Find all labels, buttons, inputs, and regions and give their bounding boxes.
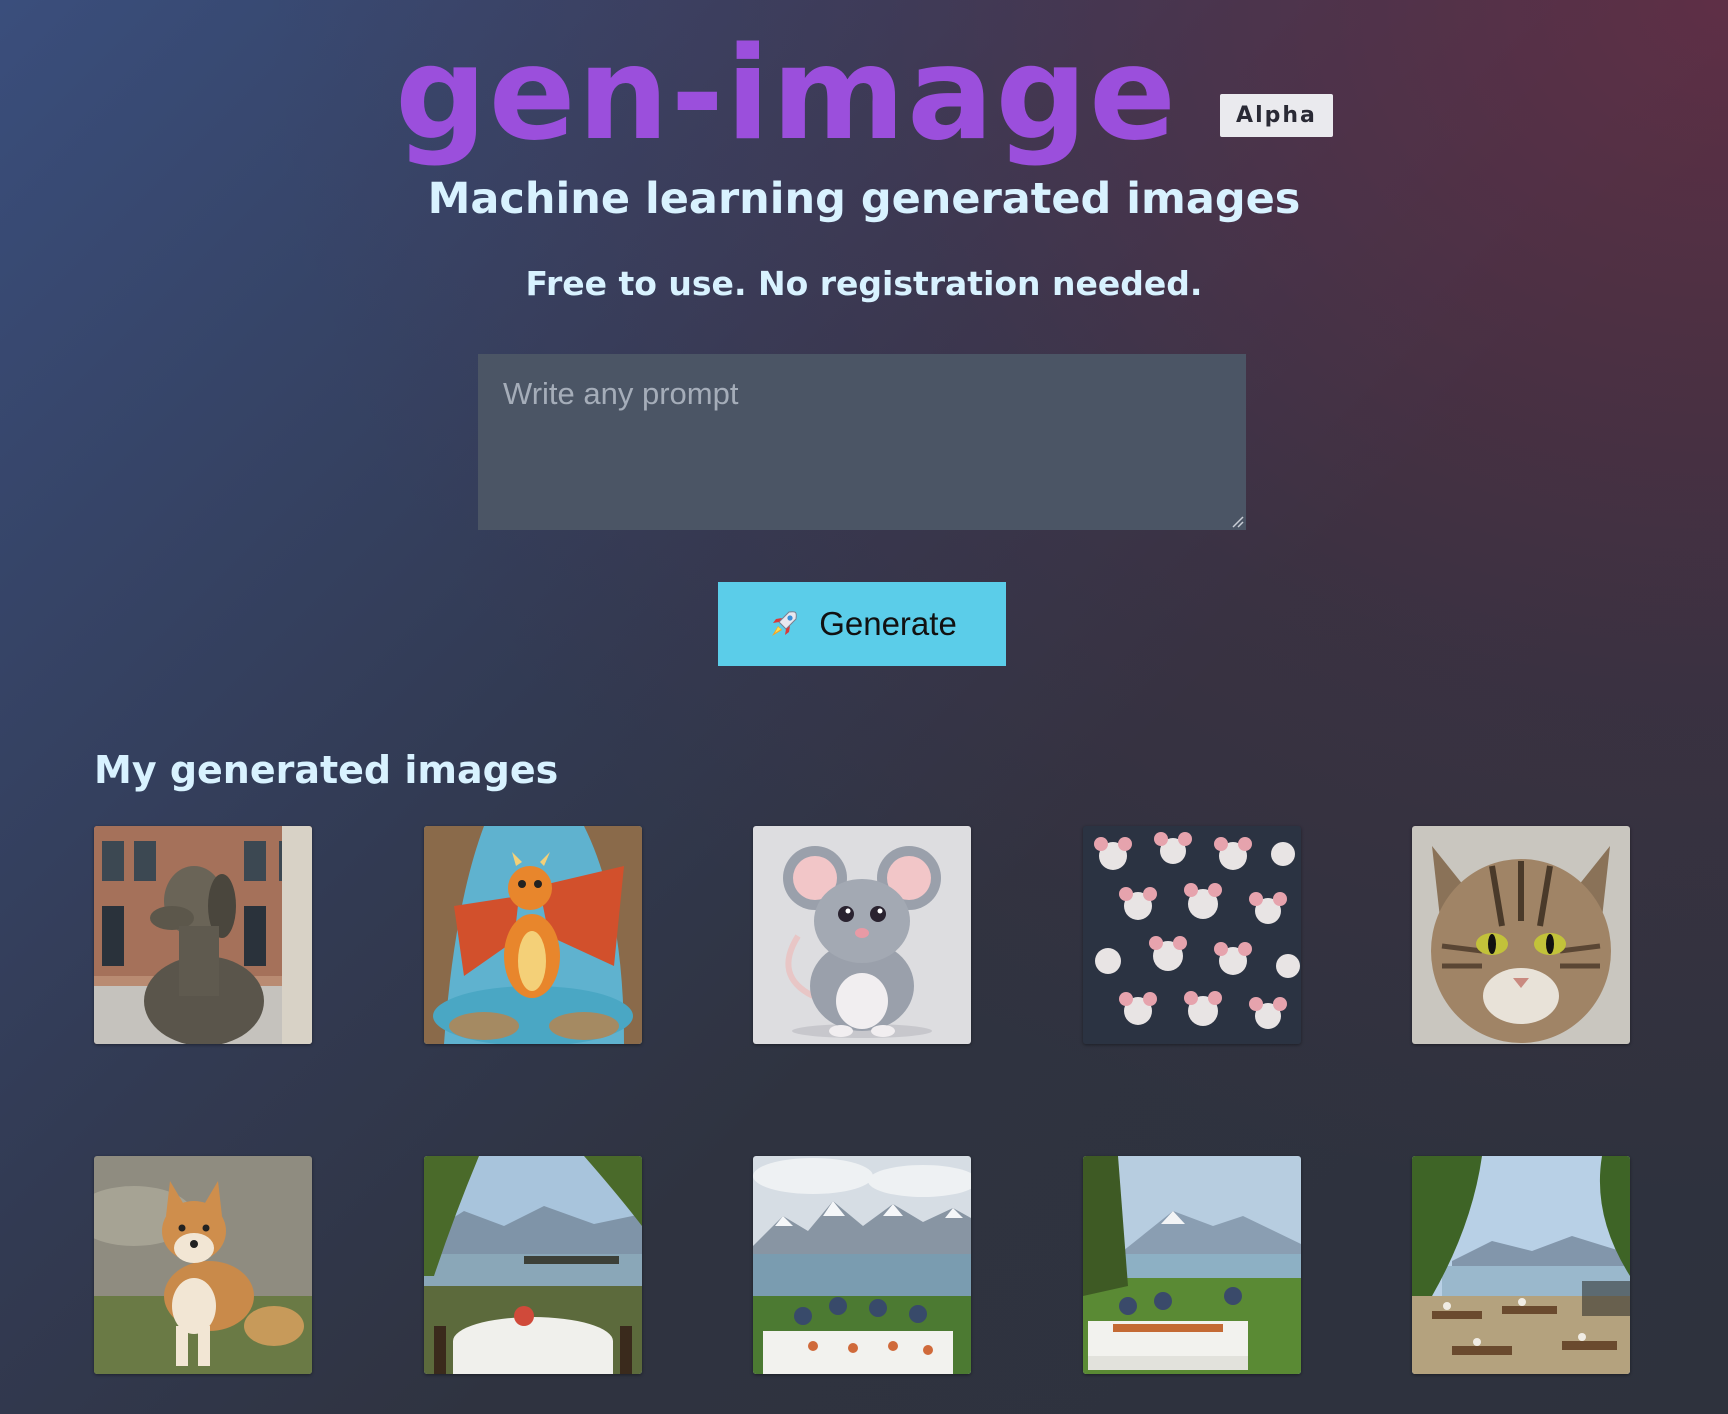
generated-image-cartoon-mouse[interactable] [753,826,971,1044]
page: gen-image Alpha Machine learning generat… [0,0,1728,1414]
image-gallery [94,826,1630,1374]
generate-button[interactable]: Generate [718,582,1006,666]
generated-image-tabby-cat[interactable] [1412,826,1630,1044]
resize-handle-icon[interactable] [1230,514,1244,528]
alpha-badge: Alpha [1220,94,1333,137]
generated-image-lakeside-dinner-table[interactable] [423,1156,642,1374]
tagline: Free to use. No registration needed. [525,264,1203,303]
generated-image-dog-statue[interactable] [94,826,312,1044]
generated-image-shiba-inu[interactable] [94,1156,312,1374]
generated-image-mouse-pattern[interactable] [1082,826,1301,1044]
generated-image-mountain-lake-dinner-party[interactable] [753,1156,971,1374]
generated-image-cartoon-dragon[interactable] [423,826,642,1044]
gallery-title: My generated images [94,748,559,792]
title-wrap: gen-image Alpha [395,20,1333,170]
subtitle: Machine learning generated images [427,174,1301,224]
generated-image-lakeside-picnic[interactable] [1082,1156,1301,1374]
generate-button-label: Generate [819,605,957,642]
header: gen-image Alpha [0,20,1728,170]
rocket-icon [767,607,801,641]
prompt-input[interactable] [478,354,1246,530]
generated-image-lakeside-terrace[interactable] [1412,1156,1630,1374]
logo: gen-image [395,20,1178,169]
